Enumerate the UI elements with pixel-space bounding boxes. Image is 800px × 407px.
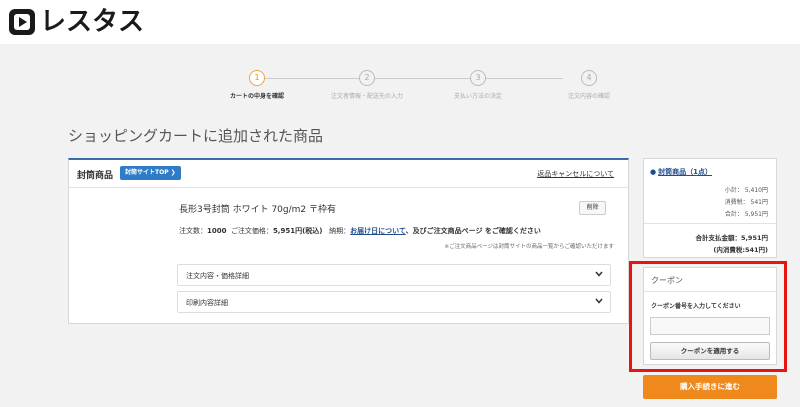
grand-total: 合計支払金額：5,951円 bbox=[695, 234, 768, 242]
delivery-label: 納期： bbox=[329, 227, 351, 235]
page-title: ショッピングカートに追加された商品 bbox=[68, 127, 324, 145]
coupon-label: クーポン番号を入力してください bbox=[651, 303, 741, 310]
accordion-label: 注文内容・価格詳細 bbox=[186, 272, 249, 280]
step-label: 注文内容の確認 bbox=[567, 93, 610, 100]
return-cancel-link[interactable]: 返品キャンセルについて bbox=[537, 169, 614, 179]
step-label: 注文者情報・配送先の入力 bbox=[330, 93, 403, 100]
brand-name: レスタス bbox=[40, 7, 145, 37]
order-summary: ● 封筒商品（1点） 小計： 5,410円 消費税： 541円 合計： 5,951… bbox=[643, 158, 777, 258]
price-value: 5,951円(税込) bbox=[272, 227, 323, 235]
accordion-label: 印刷内容詳細 bbox=[186, 299, 228, 307]
step-label: 支払い方法の決定 bbox=[453, 93, 502, 100]
accordion-order-details[interactable]: 注文内容・価格詳細 bbox=[177, 264, 611, 286]
apply-coupon-button[interactable]: クーポンを適用する bbox=[650, 342, 770, 360]
top-bar: レスタス bbox=[0, 0, 800, 44]
coupon-input[interactable] bbox=[650, 317, 770, 335]
coupon-panel: クーポン クーポン番号を入力してください クーポンを適用する bbox=[643, 267, 777, 365]
cart-header: 封筒商品 封筒サイトTOP ❯ 返品キャンセルについて bbox=[69, 160, 628, 188]
step-number: 3 bbox=[470, 70, 486, 86]
summary-title-text: 封筒商品（1点） bbox=[658, 168, 712, 176]
item-name: 長形3号封筒 ホワイト 70g/m2 〒枠有 bbox=[179, 205, 336, 215]
step-2: 2 注文者情報・配送先の入力 bbox=[307, 70, 427, 100]
price-label: ご注文価格： bbox=[230, 227, 273, 235]
cart-panel: 封筒商品 封筒サイトTOP ❯ 返品キャンセルについて 長形3号封筒 ホワイト … bbox=[68, 158, 629, 324]
logo[interactable]: レスタス bbox=[8, 8, 144, 36]
step-1: 1 カートの中身を確認 bbox=[197, 70, 317, 100]
qty-label: 注文数： bbox=[179, 227, 207, 235]
proceed-to-purchase-button[interactable]: 購入手続きに進む bbox=[643, 375, 777, 399]
coupon-title: クーポン bbox=[651, 276, 683, 285]
subtotal: 小計： 5,410円 bbox=[724, 187, 768, 194]
delivery-suffix: 、及びご注文商品ページ をご確認ください bbox=[405, 227, 541, 235]
bullet-icon: ● bbox=[650, 168, 657, 176]
grand-tax: (内消費税:541円) bbox=[713, 246, 768, 254]
tax: 消費税： 541円 bbox=[724, 199, 768, 206]
checkout-steps: 1 カートの中身を確認 2 注文者情報・配送先の入力 3 支払い方法の決定 4 … bbox=[200, 66, 620, 106]
cart-category-title: 封筒商品 bbox=[77, 171, 114, 181]
delivery-date-link[interactable]: お届け日について bbox=[350, 227, 405, 235]
total: 合計： 5,951円 bbox=[724, 211, 768, 218]
summary-title[interactable]: ● 封筒商品（1点） bbox=[650, 167, 712, 177]
order-info: 注文数：1000 ご注文価格：5,951円(税込) 納期：お届け日について、及び… bbox=[179, 226, 541, 236]
chevron-down-icon bbox=[595, 298, 603, 304]
chevron-down-icon bbox=[595, 271, 603, 277]
accordion-print-details[interactable]: 印刷内容詳細 bbox=[177, 291, 611, 313]
coupon-divider bbox=[644, 291, 776, 292]
step-3: 3 支払い方法の決定 bbox=[418, 70, 538, 100]
step-number: 1 bbox=[249, 70, 265, 86]
order-note: ※ご注文商品ページは封筒サイトの商品一覧からご確認いただけます bbox=[444, 244, 614, 250]
step-label: カートの中身を確認 bbox=[229, 93, 284, 100]
qty-value: 1000 bbox=[207, 227, 227, 235]
step-4: 4 注文内容の確認 bbox=[529, 70, 649, 100]
summary-divider bbox=[644, 223, 776, 224]
step-number: 4 bbox=[581, 70, 597, 86]
delete-button[interactable]: 削除 bbox=[579, 201, 606, 215]
envelope-site-top-button[interactable]: 封筒サイトTOP ❯ bbox=[120, 166, 181, 180]
step-number: 2 bbox=[359, 70, 375, 86]
logo-icon bbox=[9, 9, 35, 35]
